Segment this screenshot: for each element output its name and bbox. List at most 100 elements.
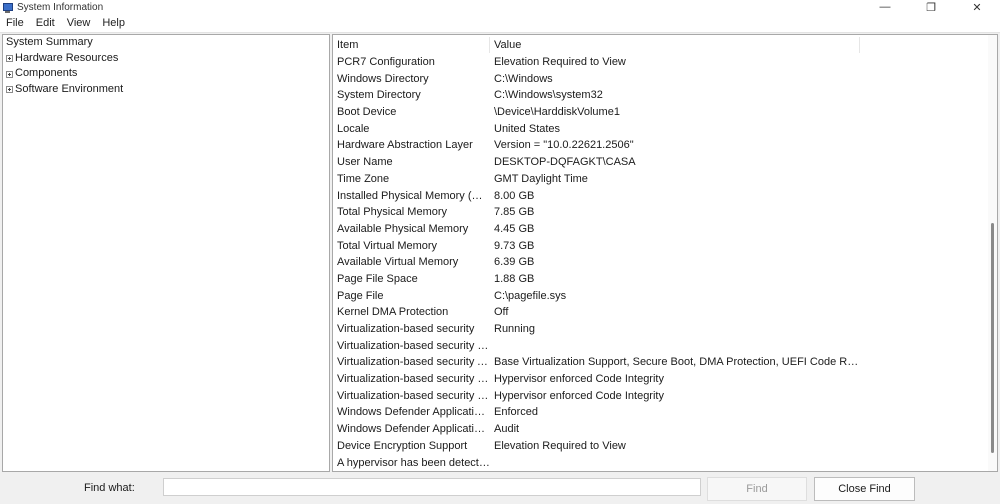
find-button[interactable]: Find bbox=[707, 477, 807, 501]
item-cell: Page File bbox=[337, 289, 384, 302]
table-row[interactable]: Virtualization-based security Av... Base … bbox=[333, 354, 988, 371]
table-row[interactable]: Available Virtual Memory 6.39 GB bbox=[333, 254, 988, 271]
table-row[interactable]: System Directory C:\Windows\system32 bbox=[333, 87, 988, 104]
item-cell: Hardware Abstraction Layer bbox=[337, 139, 473, 152]
table-row[interactable]: Virtualization-based security Se... Hyper… bbox=[333, 388, 988, 405]
tree-item-components[interactable]: Components bbox=[3, 66, 329, 82]
value-cell: 4.45 GB bbox=[494, 222, 535, 235]
find-what-label: Find what: bbox=[84, 482, 135, 494]
menu-edit[interactable]: Edit bbox=[30, 17, 61, 29]
close-icon[interactable]: ✕ bbox=[954, 0, 1000, 14]
table-row[interactable]: Device Encryption Support Elevation Requi… bbox=[333, 438, 988, 455]
value-cell: 8.00 GB bbox=[494, 189, 535, 202]
expand-plus-icon[interactable] bbox=[6, 86, 13, 94]
item-cell: Windows Defender Application ... bbox=[337, 406, 490, 419]
item-cell: Boot Device bbox=[337, 106, 397, 119]
item-cell: Device Encryption Support bbox=[337, 439, 468, 452]
table-row[interactable]: Windows Directory C:\Windows bbox=[333, 71, 988, 88]
column-header-value[interactable]: Value bbox=[490, 37, 860, 53]
table-row[interactable]: Boot Device \Device\HarddiskVolume1 bbox=[333, 104, 988, 121]
minimize-icon[interactable]: — bbox=[862, 0, 908, 14]
item-cell: User Name bbox=[337, 156, 393, 169]
value-cell: Hypervisor enforced Code Integrity bbox=[494, 389, 664, 402]
value-cell bbox=[490, 338, 860, 355]
table-row[interactable]: Virtualization-based security Se... Hyper… bbox=[333, 371, 988, 388]
system-information-icon bbox=[2, 2, 13, 13]
window-title: System Information bbox=[17, 1, 104, 13]
table-row[interactable]: Page File C:\pagefile.sys bbox=[333, 288, 988, 305]
value-cell: C:\pagefile.sys bbox=[494, 289, 567, 302]
table-row[interactable]: Page File Space 1.88 GB bbox=[333, 271, 988, 288]
category-tree[interactable]: System Summary Hardware Resources Compon… bbox=[2, 34, 330, 472]
value-cell: Running bbox=[494, 323, 535, 335]
tree-item-system-summary[interactable]: System Summary bbox=[3, 35, 329, 51]
table-row[interactable]: Windows Defender Application ... Audit bbox=[333, 421, 988, 438]
value-cell: Elevation Required to View bbox=[494, 439, 626, 452]
table-row[interactable]: Virtualization-based security Running bbox=[333, 321, 988, 338]
value-cell: 7.85 GB bbox=[494, 206, 535, 219]
item-cell: Available Virtual Memory bbox=[337, 256, 459, 269]
item-cell: Virtualization-based security Se... bbox=[337, 373, 490, 386]
value-cell: C:\Windows bbox=[494, 72, 553, 85]
value-cell: GMT Daylight Time bbox=[494, 172, 588, 185]
list-rows: PCR7 Configuration Elevation Required to … bbox=[333, 54, 988, 471]
tree-item-label: Software Environment bbox=[15, 83, 124, 96]
menu-bar: File Edit View Help bbox=[0, 14, 1000, 33]
item-cell: Available Physical Memory bbox=[337, 222, 469, 235]
vertical-scrollbar[interactable] bbox=[988, 35, 997, 471]
tree-item-hardware-resources[interactable]: Hardware Resources bbox=[3, 51, 329, 67]
table-row[interactable]: Installed Physical Memory (RAM) 8.00 GB bbox=[333, 188, 988, 205]
scrollbar-thumb[interactable] bbox=[991, 223, 994, 453]
item-cell: Kernel DMA Protection bbox=[337, 306, 449, 319]
item-cell: Virtualization-based security bbox=[337, 323, 475, 335]
menu-view[interactable]: View bbox=[61, 17, 97, 29]
table-row[interactable]: Kernel DMA Protection Off bbox=[333, 304, 988, 321]
table-row[interactable]: User Name DESKTOP-DQFAGKT\CASA bbox=[333, 154, 988, 171]
find-what-input[interactable] bbox=[163, 478, 701, 496]
table-row[interactable]: Time Zone GMT Daylight Time bbox=[333, 171, 988, 188]
item-cell: Installed Physical Memory (RAM) bbox=[337, 189, 490, 202]
item-cell: Total Physical Memory bbox=[337, 206, 448, 219]
item-cell: Virtualization-based security Re... bbox=[337, 339, 490, 352]
table-row[interactable]: Virtualization-based security Re... bbox=[333, 338, 988, 355]
list-header: Item Value bbox=[333, 37, 988, 53]
table-row[interactable]: PCR7 Configuration Elevation Required to … bbox=[333, 54, 988, 71]
item-cell: Windows Defender Application ... bbox=[337, 423, 490, 436]
table-row[interactable]: Available Physical Memory 4.45 GB bbox=[333, 221, 988, 238]
item-cell: PCR7 Configuration bbox=[337, 56, 435, 68]
item-cell: Windows Directory bbox=[337, 72, 429, 85]
value-cell: 6.39 GB bbox=[494, 256, 535, 269]
expand-plus-icon[interactable] bbox=[6, 70, 13, 78]
restore-icon[interactable]: ❐ bbox=[908, 0, 954, 14]
menu-help[interactable]: Help bbox=[96, 17, 131, 29]
item-cell: System Directory bbox=[337, 89, 421, 102]
value-cell: DESKTOP-DQFAGKT\CASA bbox=[494, 156, 636, 169]
value-cell: 1.88 GB bbox=[494, 272, 535, 285]
value-cell bbox=[490, 455, 860, 472]
expand-plus-icon[interactable] bbox=[6, 55, 13, 63]
table-row[interactable]: Hardware Abstraction Layer Version = "10.… bbox=[333, 137, 988, 154]
window-controls: — ❐ ✕ bbox=[862, 0, 1000, 14]
table-row[interactable]: Locale United States bbox=[333, 121, 988, 138]
table-row[interactable]: Windows Defender Application ... Enforced bbox=[333, 404, 988, 421]
title-bar: System Information — ❐ ✕ bbox=[0, 0, 1000, 14]
column-header-item[interactable]: Item bbox=[333, 37, 490, 53]
close-find-button[interactable]: Close Find bbox=[814, 477, 915, 501]
value-cell: Hypervisor enforced Code Integrity bbox=[494, 373, 664, 386]
value-cell: C:\Windows\system32 bbox=[494, 89, 603, 102]
tree-item-software-environment[interactable]: Software Environment bbox=[3, 82, 329, 98]
table-row[interactable]: A hypervisor has been detected.... bbox=[333, 455, 988, 472]
item-cell: Virtualization-based security Av... bbox=[337, 356, 490, 369]
table-row[interactable]: Total Virtual Memory 9.73 GB bbox=[333, 238, 988, 255]
item-cell: Time Zone bbox=[337, 172, 390, 185]
value-cell: Base Virtualization Support, Secure Boot… bbox=[494, 356, 860, 369]
tree-item-label: System Summary bbox=[6, 36, 93, 48]
value-cell: United States bbox=[494, 122, 561, 135]
tree-item-label: Components bbox=[15, 67, 78, 80]
details-list[interactable]: Item Value PCR7 Configuration Elevation R… bbox=[332, 34, 998, 472]
table-row[interactable]: Total Physical Memory 7.85 GB bbox=[333, 204, 988, 221]
item-cell: A hypervisor has been detected.... bbox=[337, 456, 490, 469]
menu-file[interactable]: File bbox=[0, 17, 30, 29]
value-cell: Audit bbox=[494, 423, 520, 436]
value-cell: Off bbox=[494, 306, 509, 319]
